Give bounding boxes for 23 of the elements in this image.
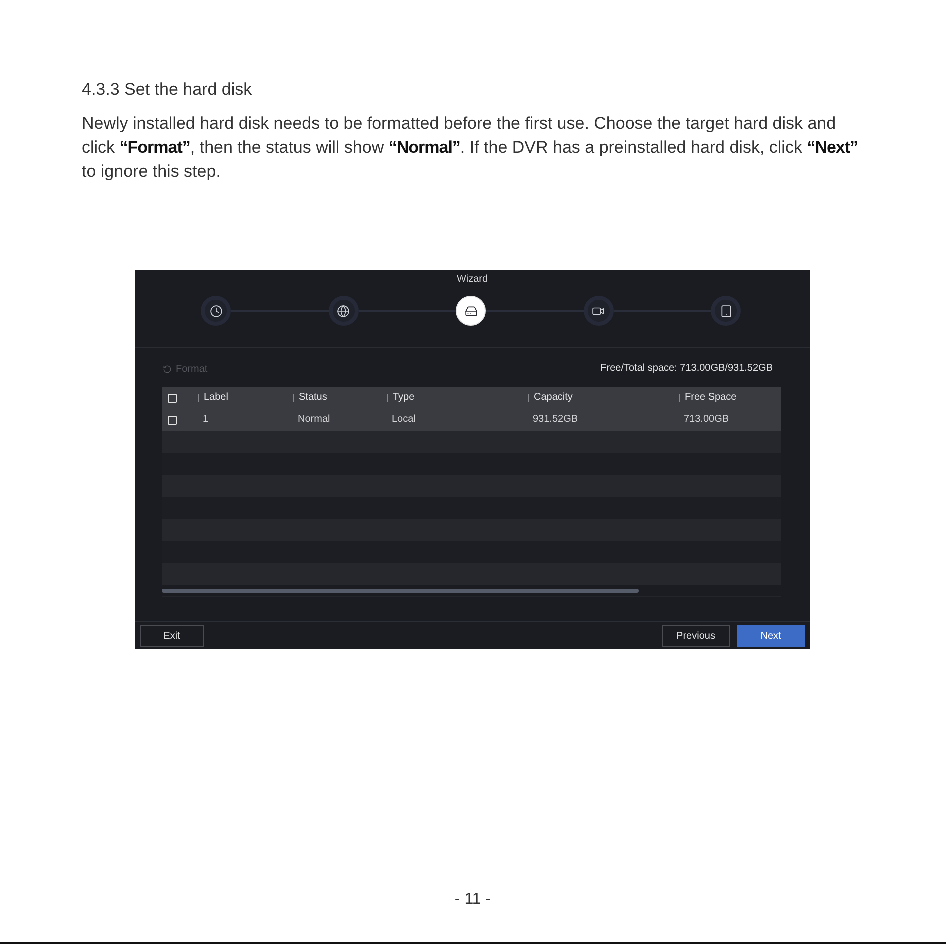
column-header: Free Space — [685, 391, 737, 405]
table-cell: 1 — [203, 413, 209, 427]
table-cell: Local — [392, 413, 416, 427]
space-summary: Free/Total space: 713.00GB/931.52GB — [600, 362, 773, 376]
footer-button[interactable]: Exit — [140, 625, 204, 647]
wizard-title: Wizard — [456, 273, 488, 287]
scrollbar-thumb[interactable] — [162, 589, 639, 593]
checkbox[interactable] — [168, 416, 177, 424]
table-cell: 713.00GB — [684, 413, 730, 427]
footer-button[interactable]: Previous — [662, 625, 730, 647]
checkbox[interactable] — [168, 394, 177, 402]
primary-button[interactable]: Next — [737, 625, 805, 647]
refresh-icon — [163, 364, 172, 374]
column-header: Type — [393, 391, 415, 405]
table-cell: 931.52GB — [533, 413, 578, 427]
column-header: Status — [299, 391, 328, 405]
column-header: Label — [204, 391, 228, 405]
instructions-paragraph: Newly installed hard disk needs to be formatted before the first use. Choose the target hard disk and click “Format”, then the status will show “Normal”. If the DVR has a preinstalled hard disk, click “Next” to ignore this step. — [82, 113, 860, 183]
column-header: Capacity — [534, 391, 573, 405]
table-cell: Normal — [298, 413, 330, 427]
section-heading: 4.3.3 Set the hard disk — [82, 79, 252, 101]
table-row[interactable]: 1 Normal Local 931.52GB 713.00GB — [162, 409, 781, 431]
page-number: - 11 - — [454, 890, 492, 910]
